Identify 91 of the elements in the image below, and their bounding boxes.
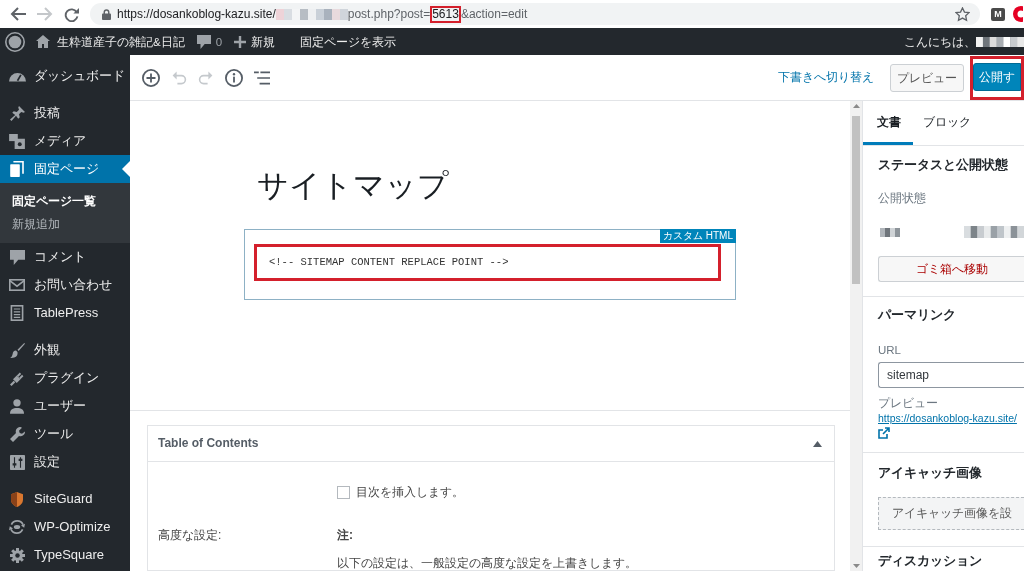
table-icon xyxy=(10,305,24,321)
gauge-icon xyxy=(8,70,26,82)
preview-url-link[interactable]: https://dosankoblog-kazu.site/ xyxy=(878,411,1024,426)
comment-icon[interactable] xyxy=(196,34,211,49)
external-link-icon[interactable] xyxy=(878,427,890,439)
page-title[interactable]: サイトマップ xyxy=(244,163,736,208)
sidebar-menu-item[interactable]: TablePress xyxy=(0,299,130,327)
set-featured-image-button[interactable]: アイキャッチ画像を設 xyxy=(878,497,1024,530)
sidebar-menu-item[interactable]: 外観 xyxy=(0,336,130,364)
block-type-label: カスタム HTML xyxy=(660,229,736,243)
switch-to-draft-link[interactable]: 下書きへ切り替え xyxy=(778,70,874,85)
scroll-down-arrow-icon[interactable] xyxy=(852,564,860,568)
media-icon xyxy=(9,133,25,149)
info-icon[interactable] xyxy=(225,68,243,87)
meta-box-title: Table of Contents xyxy=(158,435,259,452)
section-heading: アイキャッチ画像 xyxy=(878,465,983,481)
sidebar-menu-item[interactable]: お問い合わせ xyxy=(0,271,130,299)
sidebar-menu-item[interactable]: コメント xyxy=(0,243,130,271)
envelope-icon xyxy=(9,279,25,291)
publish-button[interactable]: 公開す xyxy=(973,62,1021,91)
checkbox[interactable] xyxy=(337,485,350,499)
url-path-text: post.php?post= xyxy=(347,6,431,22)
section-heading: パーマリンク xyxy=(878,307,957,323)
field-label: 公開状態 xyxy=(878,191,927,206)
scrollbar-thumb[interactable] xyxy=(852,116,860,284)
panel-tab[interactable]: 文書 xyxy=(863,101,913,145)
paintbrush-icon xyxy=(9,342,25,358)
settings-icon xyxy=(9,454,25,470)
preview-button[interactable]: プレビュー xyxy=(890,63,964,92)
collapse-arrow-icon[interactable] xyxy=(813,440,822,447)
url-query-text: &action=edit xyxy=(460,6,528,22)
panel-tab[interactable]: ブロック xyxy=(913,101,983,145)
move-to-trash-button[interactable]: ゴミ箱へ移動 xyxy=(878,256,1024,282)
speech-bubble-icon xyxy=(9,249,25,265)
note-heading: 注: xyxy=(337,527,353,543)
field-label: URL xyxy=(878,343,902,358)
post-id-text: 5613 xyxy=(430,5,461,23)
sidebar-menu-item[interactable]: ダッシュボード xyxy=(0,62,130,90)
pixelated-redaction-icon xyxy=(976,36,1024,47)
plug-icon xyxy=(9,370,25,386)
pushpin-icon xyxy=(9,105,25,121)
site-name-link[interactable]: 生粋道産子の雑記&日記 xyxy=(57,33,185,50)
sidebar-menu-item[interactable]: 固定ページ xyxy=(0,155,130,183)
pixelated-redaction-icon xyxy=(275,8,348,20)
url-slug-field[interactable]: sitemap xyxy=(878,362,1024,388)
greeting-text[interactable]: こんにちは、 xyxy=(904,33,976,50)
address-bar[interactable]: https://dosankoblog-kazu.site/ post.php?post= 5613 &action=edit xyxy=(90,3,980,25)
extension-button[interactable]: M xyxy=(991,7,1005,21)
sidebar-menu-item[interactable]: メディア xyxy=(0,127,130,155)
note-text: 以下の設定は、一般設定の高度な設定を上書きします。 xyxy=(337,556,637,570)
back-arrow-icon[interactable] xyxy=(10,7,26,21)
add-block-icon[interactable] xyxy=(142,68,160,87)
section-heading[interactable]: ディスカッション xyxy=(878,554,1024,568)
bookmark-star-icon[interactable] xyxy=(955,6,970,22)
section-heading: ステータスと公開状態 xyxy=(878,157,1009,173)
sidebar-menu-item[interactable]: TypeSquare xyxy=(0,541,130,569)
sidebar-menu-item[interactable]: プラグイン xyxy=(0,364,130,392)
scrollbar-track[interactable] xyxy=(850,101,862,571)
circular-arrows-icon xyxy=(9,519,25,535)
reload-icon[interactable] xyxy=(64,6,79,22)
extension-icon[interactable] xyxy=(1013,6,1023,22)
scroll-up-arrow-icon[interactable] xyxy=(852,104,860,108)
user-icon xyxy=(10,398,24,414)
sidebar-menu-item[interactable]: 投稿 xyxy=(0,99,130,127)
checkbox-label[interactable]: 目次を挿入します。 xyxy=(356,484,464,500)
pixelated-redaction-icon xyxy=(880,227,900,237)
submenu-item[interactable]: 新規追加 xyxy=(0,213,130,236)
sidebar-menu-item[interactable]: 設定 xyxy=(0,448,130,476)
site-logo-icon[interactable] xyxy=(5,31,25,52)
list-icon[interactable] xyxy=(254,70,270,85)
wrench-icon xyxy=(9,426,25,442)
plus-icon[interactable] xyxy=(234,35,247,48)
sidebar-menu-item[interactable]: ツール xyxy=(0,420,130,448)
sidebar-menu-item[interactable]: SiteGuard xyxy=(0,485,130,513)
gear-icon xyxy=(9,547,25,563)
field-label: プレビュー xyxy=(878,396,939,411)
url-domain-text: https://dosankoblog-kazu.site/ xyxy=(117,6,276,22)
view-page-link[interactable]: 固定ページを表示 xyxy=(300,33,397,50)
lock-icon xyxy=(102,8,111,20)
custom-html-block[interactable]: カスタム HTML <!-- SITEMAP CONTENT REPLACE POINT --> xyxy=(244,229,736,300)
comment-count[interactable]: 0 xyxy=(215,33,223,50)
sidebar-menu-item[interactable]: ユーザー xyxy=(0,392,130,420)
advanced-settings-label: 高度な設定: xyxy=(158,527,222,542)
shield-icon xyxy=(11,491,23,507)
pages-icon xyxy=(10,161,24,177)
sidebar-menu-item[interactable]: WP-Optimize xyxy=(0,513,130,541)
submenu-item[interactable]: 固定ページ一覧 xyxy=(0,190,130,213)
home-icon[interactable] xyxy=(36,35,50,48)
current-item-pointer-icon xyxy=(122,161,130,177)
pixelated-redaction-icon xyxy=(964,226,1024,238)
new-content-link[interactable]: 新規 xyxy=(251,33,276,50)
